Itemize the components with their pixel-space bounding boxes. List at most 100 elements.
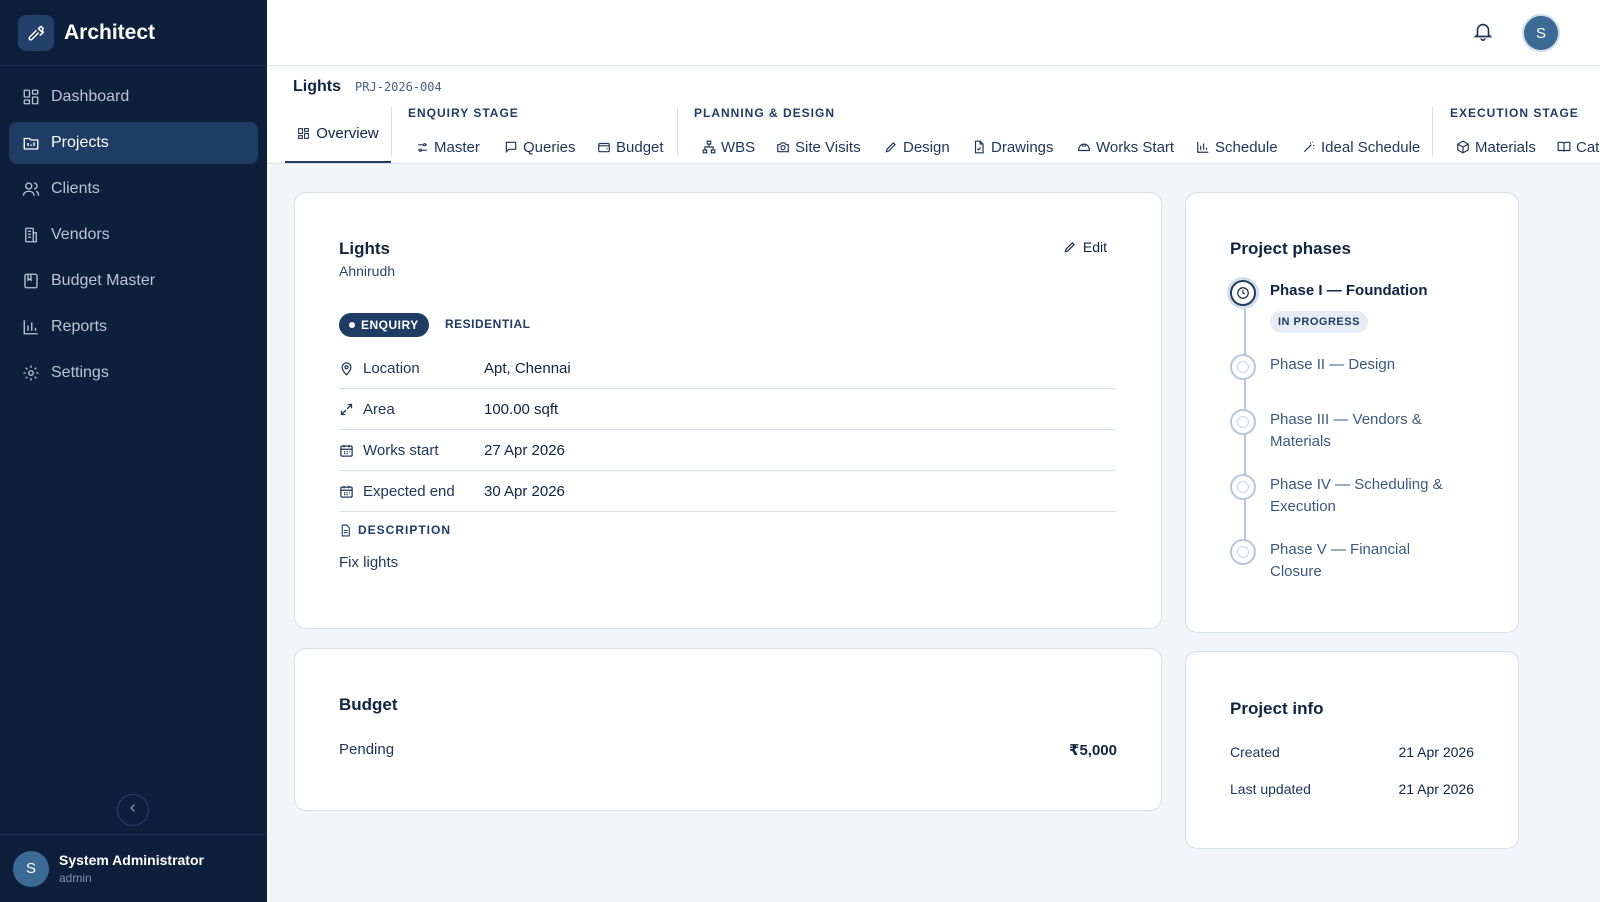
tab-label: Ideal Schedule [1321, 138, 1421, 156]
tab-label: Budget [616, 138, 664, 156]
collapse-sidebar-button[interactable] [117, 794, 149, 826]
budget-status: Pending [339, 741, 395, 758]
updated-row: Last updated 21 Apr 2026 [1230, 781, 1474, 797]
chevron-left-icon [127, 801, 139, 819]
tab-label: Drawings [991, 138, 1054, 156]
topbar: S [267, 0, 1600, 66]
sidebar-item-projects[interactable]: Projects [9, 122, 258, 164]
avatar[interactable]: S [1522, 14, 1560, 52]
sidebar-nav: Dashboard Projects Clients Vendors Budge… [0, 66, 267, 408]
clients-icon [21, 179, 41, 199]
tab-schedule[interactable]: Schedule [1196, 132, 1278, 162]
info-value: 100.00 sqft [484, 400, 559, 418]
tab-label: Materials [1475, 138, 1536, 156]
tab-label: Works Start [1096, 138, 1175, 156]
tab-overview[interactable]: Overview [285, 106, 391, 163]
info-label: Works start [363, 441, 439, 459]
sidebar-item-settings[interactable]: Settings [9, 352, 258, 394]
settings-icon [21, 363, 41, 383]
divider [677, 106, 678, 156]
phase-label: Phase III — Vendors & Materials [1270, 411, 1422, 450]
tab-label: Master [434, 138, 480, 156]
tab-materials[interactable]: Materials [1456, 132, 1536, 162]
location-pin-icon [339, 361, 355, 376]
app-name: Architect [64, 20, 156, 44]
sidebar-item-reports[interactable]: Reports [9, 306, 258, 348]
bar-chart-icon [1196, 140, 1210, 154]
planning-design-label: PLANNING & DESIGN [694, 106, 836, 120]
tab-catalogue[interactable]: Cat [1557, 132, 1599, 162]
package-icon [1456, 140, 1470, 154]
info-label: Location [363, 359, 420, 377]
tab-label: Cat [1576, 138, 1600, 156]
camera-icon [776, 140, 790, 154]
tab-drawings[interactable]: Drawings [972, 132, 1054, 162]
edit-label: Edit [1082, 239, 1107, 255]
projects-icon [21, 133, 41, 153]
hard-hat-icon [1077, 140, 1091, 154]
tab-label: Queries [523, 138, 576, 156]
tab-label: Overview [316, 125, 379, 142]
info-row-works-start: Works start 27 Apr 2026 [339, 430, 1116, 471]
pencil-icon [884, 140, 898, 154]
sidebar: Architect Dashboard Projects Clients Ven… [0, 0, 267, 902]
budget-master-icon [21, 271, 41, 291]
tab-site-visits[interactable]: Site Visits [776, 132, 861, 162]
description-text: Fix lights [339, 554, 399, 571]
project-phases-card: Project phases Phase I — Foundation IN P… [1185, 192, 1519, 633]
info-row-area: Area 100.00 sqft [339, 389, 1116, 430]
circle-icon [1230, 539, 1256, 565]
sidebar-item-vendors[interactable]: Vendors [9, 214, 258, 256]
phase-label: Phase II — Design [1270, 356, 1396, 373]
reports-icon [21, 317, 41, 337]
tab-label: Site Visits [795, 138, 861, 156]
dashboard-icon [21, 87, 41, 107]
sidebar-item-label: Reports [51, 318, 108, 335]
vendors-icon [21, 225, 41, 245]
magic-wand-icon [1302, 140, 1316, 154]
message-icon [504, 140, 518, 154]
created-label: Created [1230, 744, 1280, 760]
tab-queries[interactable]: Queries [504, 132, 576, 162]
phase-item: Phase II — Design [1230, 354, 1395, 380]
user-profile[interactable]: S System Administrator admin [0, 834, 267, 902]
tab-works-start[interactable]: Works Start [1077, 132, 1174, 162]
bell-icon[interactable] [1472, 20, 1496, 44]
sidebar-item-label: Clients [51, 180, 100, 197]
budget-amount: ₹5,000 [1069, 742, 1117, 759]
project-code: PRJ-2026-004 [355, 80, 442, 94]
tab-design[interactable]: Design [884, 132, 950, 162]
sidebar-item-label: Settings [51, 364, 109, 381]
overview-card: Lights Ahnirudh Edit ENQUIRY RESIDENTIAL… [294, 192, 1162, 629]
phase-label: Phase I — Foundation [1270, 282, 1428, 299]
page-title: Lights [293, 78, 341, 95]
phase-item: Phase V — Financial Closure [1230, 539, 1410, 583]
project-info-title: Project info [1230, 699, 1324, 718]
budget-card: Budget Pending ₹5,000 [294, 648, 1162, 811]
info-label: Expected end [363, 482, 455, 500]
execution-stage-label: EXECUTION STAGE [1450, 106, 1579, 120]
sidebar-item-label: Dashboard [51, 88, 130, 105]
overview-title: Lights [339, 239, 390, 258]
enquiry-stage-label: ENQUIRY STAGE [408, 106, 519, 120]
avatar: S [13, 850, 49, 887]
phase-item: Phase III — Vendors & Materials [1230, 409, 1422, 453]
tab-wbs[interactable]: WBS [702, 132, 755, 162]
tab-ideal-schedule[interactable]: Ideal Schedule [1302, 132, 1420, 162]
sidebar-item-clients[interactable]: Clients [9, 168, 258, 210]
info-value: 27 Apr 2026 [484, 441, 565, 459]
wallet-icon [597, 140, 611, 154]
clock-icon [1230, 280, 1256, 306]
info-row-expected-end: Expected end 30 Apr 2026 [339, 471, 1116, 512]
sidebar-item-dashboard[interactable]: Dashboard [9, 76, 258, 118]
tab-master[interactable]: Master [416, 132, 480, 162]
document-icon [339, 524, 352, 537]
sidebar-item-budget-master[interactable]: Budget Master [9, 260, 258, 302]
calendar-icon [339, 443, 355, 458]
edit-button[interactable]: Edit [1063, 239, 1107, 255]
sidebar-item-label: Vendors [51, 226, 110, 243]
expand-arrows-icon [339, 402, 355, 417]
hierarchy-icon [702, 140, 716, 154]
status-badge: IN PROGRESS [1270, 311, 1368, 333]
tab-budget[interactable]: Budget [597, 132, 664, 162]
